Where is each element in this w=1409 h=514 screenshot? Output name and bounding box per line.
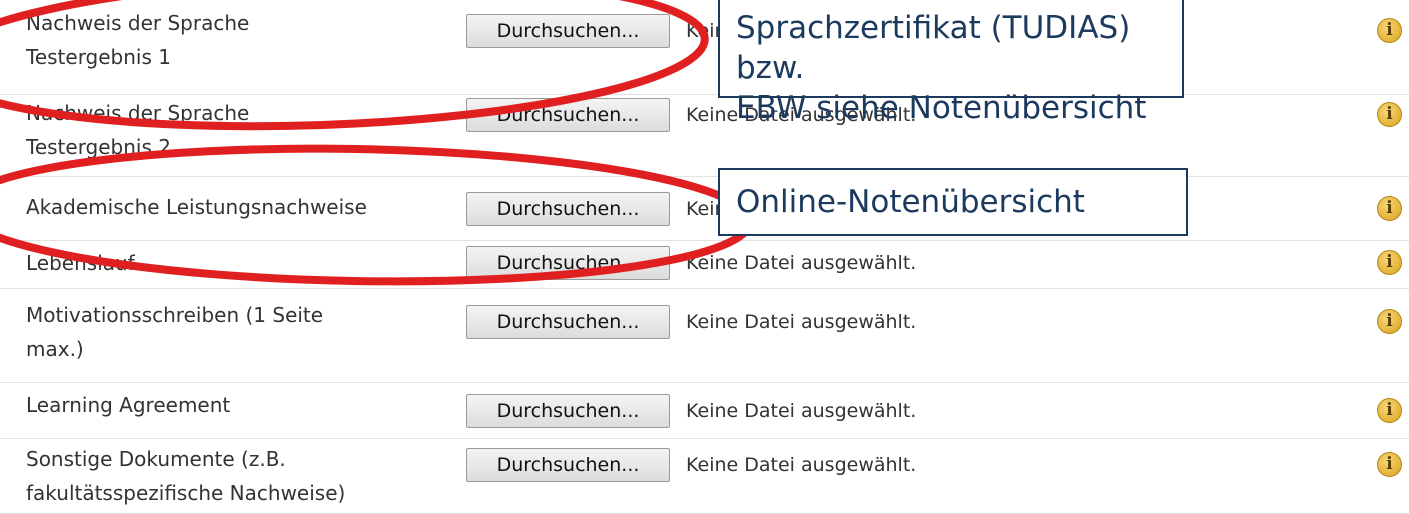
browse-button[interactable]: Durchsuchen... [466, 98, 670, 132]
upload-row-motivationsschreiben: Motivationsschreiben (1 Seite max.) Durc… [0, 288, 1409, 383]
upload-row-sprache-2: Nachweis der Sprache Testergebnis 2 Durc… [0, 94, 1409, 177]
file-status: Keine Datei ausgewählt. [686, 454, 917, 476]
callout-online-notenuebersicht: Online-Notenübersicht [718, 168, 1188, 236]
field-label: Nachweis der Sprache Testergebnis 1 [26, 6, 456, 74]
field-label: Lebenslauf [26, 246, 456, 280]
label-line-1: Lebenslauf [26, 251, 135, 275]
label-line-2: Testergebnis 1 [26, 45, 171, 69]
file-status: Keine Datei ausgewählt. [686, 252, 917, 274]
upload-row-lebenslauf: Lebenslauf Durchsuchen... Keine Datei au… [0, 240, 1409, 289]
field-label: Akademische Leistungsnachweise [26, 190, 456, 224]
callout-text: Online-Notenübersicht [736, 184, 1085, 220]
label-line-2: Testergebnis 2 [26, 135, 171, 159]
field-label: Nachweis der Sprache Testergebnis 2 [26, 96, 456, 164]
label-line-1: Learning Agreement [26, 393, 231, 417]
callout-line-1: Sprachzertifikat (TUDIAS) bzw. [736, 10, 1131, 86]
info-icon[interactable]: i [1377, 452, 1402, 477]
file-status: Keine Datei ausgewählt. [686, 400, 917, 422]
field-label: Sonstige Dokumente (z.B. fakultätsspezif… [26, 442, 456, 510]
info-icon[interactable]: i [1377, 398, 1402, 423]
info-icon[interactable]: i [1377, 102, 1402, 127]
label-line-2: max.) [26, 337, 84, 361]
upload-row-akademische-leistungsnachweise: Akademische Leistungsnachweise Durchsuch… [0, 176, 1409, 241]
info-icon[interactable]: i [1377, 18, 1402, 43]
file-status: Keine Datei ausgewählt. [686, 311, 917, 333]
info-icon[interactable]: i [1377, 196, 1402, 221]
browse-button[interactable]: Durchsuchen... [466, 246, 670, 280]
browse-button[interactable]: Durchsuchen... [466, 305, 670, 339]
field-label: Learning Agreement [26, 388, 456, 422]
label-line-2: fakultätsspezifische Nachweise) [26, 481, 346, 505]
browse-button[interactable]: Durchsuchen... [466, 394, 670, 428]
info-icon[interactable]: i [1377, 309, 1402, 334]
label-line-1: Nachweis der Sprache [26, 101, 250, 125]
callout-line-2: EBW siehe Notenübersicht [736, 90, 1147, 126]
callout-sprachzertifikat: Sprachzertifikat (TUDIAS) bzw. EBW siehe… [718, 0, 1184, 126]
label-line-1: Akademische Leistungsnachweise [26, 195, 367, 219]
upload-row-learning-agreement: Learning Agreement Durchsuchen... Keine … [0, 382, 1409, 439]
field-label: Motivationsschreiben (1 Seite max.) [26, 298, 456, 366]
browse-button[interactable]: Durchsuchen... [466, 192, 670, 226]
upload-row-sprache-1: Nachweis der Sprache Testergebnis 1 Durc… [0, 0, 1409, 95]
label-line-1: Motivationsschreiben (1 Seite [26, 303, 324, 327]
browse-button[interactable]: Durchsuchen... [466, 14, 670, 48]
upload-row-sonstige-dokumente: Sonstige Dokumente (z.B. fakultätsspezif… [0, 438, 1409, 514]
info-icon[interactable]: i [1377, 250, 1402, 275]
label-line-1: Nachweis der Sprache [26, 11, 250, 35]
label-line-1: Sonstige Dokumente (z.B. [26, 447, 286, 471]
browse-button[interactable]: Durchsuchen... [466, 448, 670, 482]
